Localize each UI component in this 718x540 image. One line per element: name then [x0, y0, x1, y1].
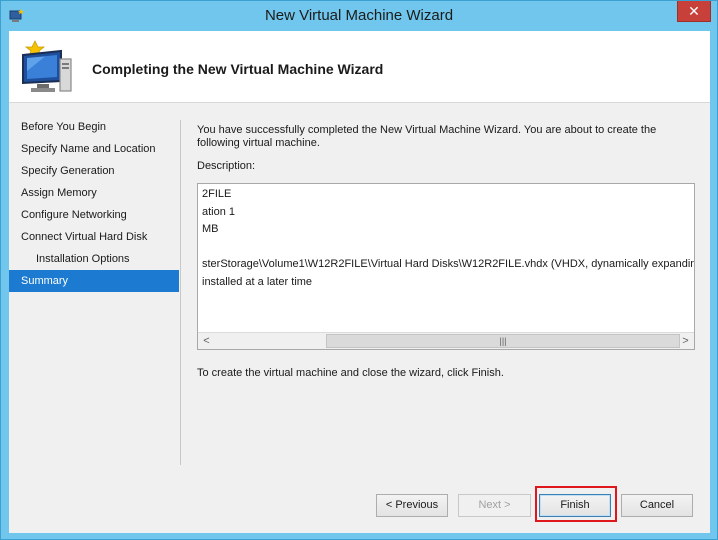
wizard-client-area: Completing the New Virtual Machine Wizar…: [9, 31, 710, 533]
completion-message: You have successfully completed the New …: [197, 124, 657, 149]
description-box[interactable]: 2FILE ation 1 MB sterStorage\Volume1\W12…: [197, 183, 695, 350]
wizard-step-nav: Before You Begin Specify Name and Locati…: [9, 116, 179, 292]
description-line: installed at a later time: [202, 275, 313, 288]
nav-item-before-you-begin[interactable]: Before You Begin: [9, 116, 179, 138]
page-title: Completing the New Virtual Machine Wizar…: [92, 61, 384, 77]
description-lines: 2FILE ation 1 MB sterStorage\Volume1\W12…: [202, 186, 695, 291]
virtual-machine-icon: [22, 40, 72, 92]
title-bar[interactable]: New Virtual Machine Wizard ✕: [1, 1, 717, 31]
previous-button[interactable]: < Previous: [376, 494, 448, 517]
description-line: ation 1: [202, 205, 236, 218]
nav-item-specify-generation[interactable]: Specify Generation: [9, 160, 179, 182]
horizontal-scrollbar[interactable]: < ||| >: [198, 332, 694, 349]
wizard-window: New Virtual Machine Wizard ✕ Completing …: [0, 0, 718, 540]
nav-item-installation-options[interactable]: Installation Options: [9, 248, 179, 270]
nav-item-summary[interactable]: Summary: [9, 270, 179, 292]
close-button[interactable]: ✕: [677, 1, 711, 22]
finish-instruction: To create the virtual machine and close …: [197, 367, 504, 379]
window-title: New Virtual Machine Wizard: [264, 7, 454, 24]
description-line: MB: [202, 223, 219, 235]
nav-item-assign-memory[interactable]: Assign Memory: [9, 182, 179, 204]
wizard-header: Completing the New Virtual Machine Wizar…: [9, 31, 710, 103]
scrollbar-thumb[interactable]: |||: [326, 334, 680, 348]
nav-item-configure-networking[interactable]: Configure Networking: [9, 204, 179, 226]
nav-item-specify-name-and-location[interactable]: Specify Name and Location: [9, 138, 179, 160]
description-line: sterStorage\Volume1\W12R2FILE\Virtual Ha…: [202, 258, 695, 270]
nav-item-connect-virtual-hard-disk[interactable]: Connect Virtual Hard Disk: [9, 226, 179, 248]
cancel-button[interactable]: Cancel: [621, 494, 693, 517]
description-label: Description:: [197, 160, 256, 172]
finish-highlight-box: [535, 486, 617, 522]
nav-divider: [180, 120, 181, 465]
scroll-left-arrow-icon[interactable]: <: [198, 333, 215, 349]
scroll-right-arrow-icon[interactable]: >: [677, 333, 694, 349]
description-line: 2FILE: [202, 188, 232, 200]
description-line: [202, 239, 694, 257]
next-button[interactable]: Next >: [458, 494, 531, 517]
